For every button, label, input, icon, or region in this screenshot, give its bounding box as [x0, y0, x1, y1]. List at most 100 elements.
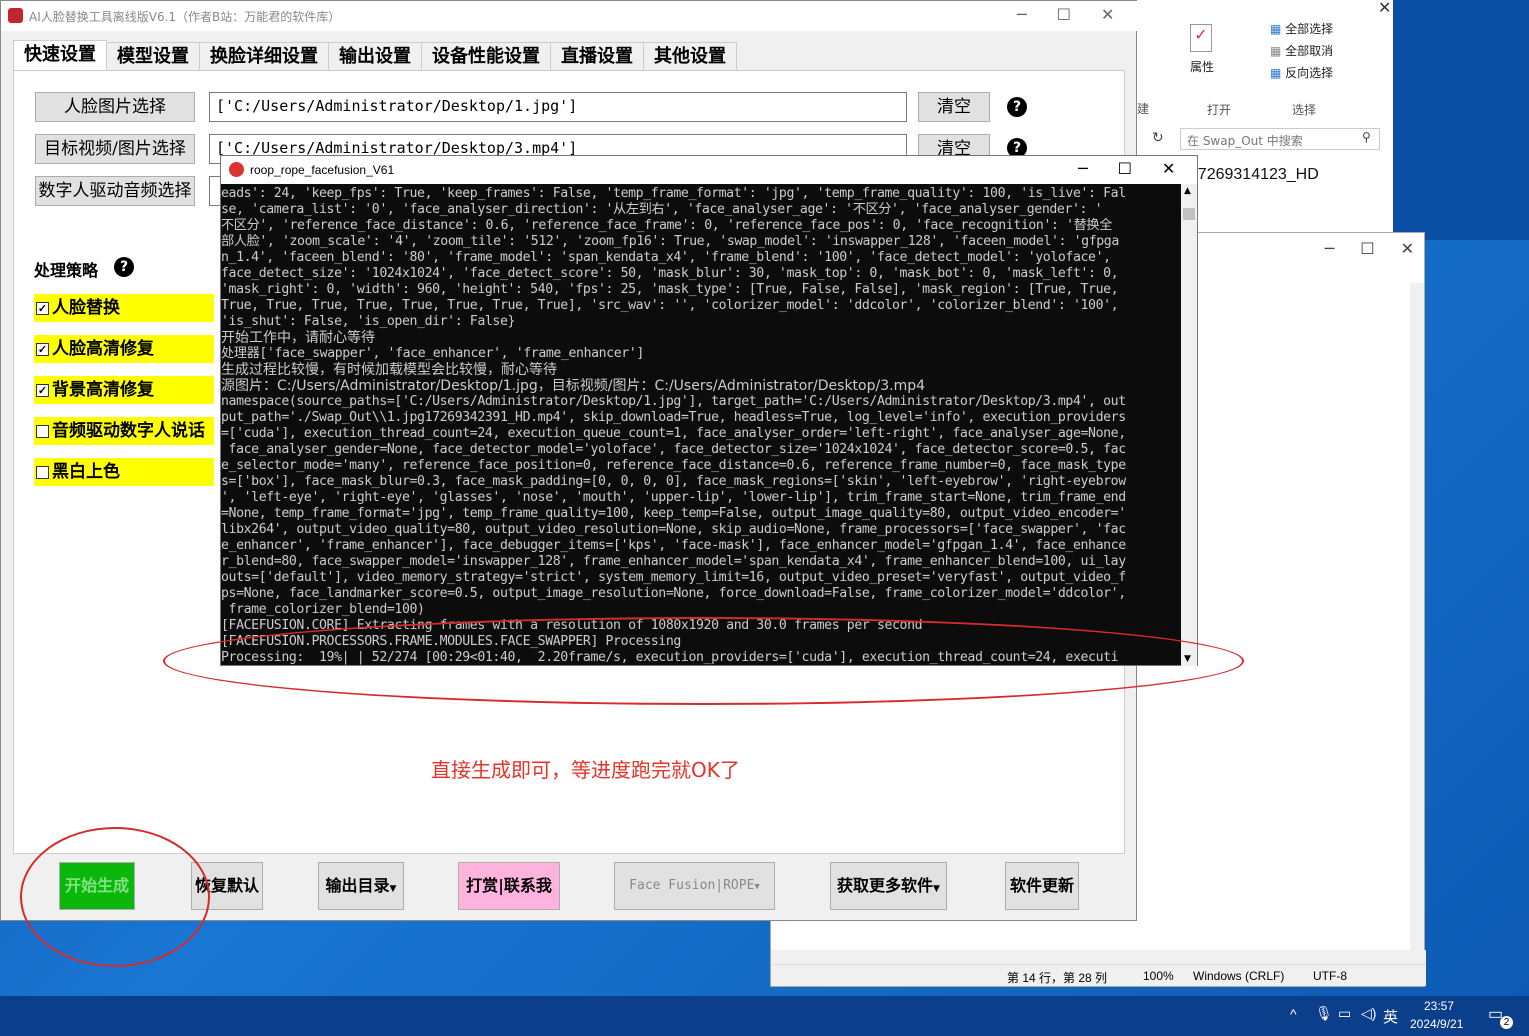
- scroll-down-icon[interactable]: ▼: [1184, 654, 1191, 664]
- select-all-button[interactable]: ▦ 全部选择: [1270, 20, 1333, 37]
- close-icon[interactable]: ✕: [1162, 159, 1175, 178]
- more-software-dropdown[interactable]: 获取更多软件▼: [830, 862, 947, 910]
- maximize-icon[interactable]: ☐: [1118, 159, 1132, 178]
- dropdown-arrow-icon: ▼: [933, 884, 940, 894]
- console-line: eads': 24, 'keep_fps': True, 'keep_frame…: [221, 186, 1126, 201]
- invert-selection-button[interactable]: ▦ 反向选择: [1270, 64, 1333, 81]
- console-line: 处理器['face_swapper', 'face_enhancer', 'fr…: [221, 346, 644, 361]
- network-icon[interactable]: ▭: [1338, 1005, 1351, 1022]
- console-line: outs=['default'], video_memory_strategy=…: [221, 570, 1126, 585]
- console-line: libx264', output_video_quality=80, outpu…: [221, 522, 1126, 537]
- face-image-select-button[interactable]: 人脸图片选择: [35, 92, 195, 122]
- ribbon-group-select: 选择: [1292, 103, 1317, 117]
- checkbox[interactable]: [36, 425, 49, 438]
- help-icon[interactable]: ?: [1007, 97, 1027, 117]
- properties-button[interactable]: 属性: [1190, 58, 1214, 75]
- console-line: n_1.4', 'faceen_blend': '80', 'frame_mod…: [221, 250, 1111, 265]
- strategy-label: 处理策略: [34, 261, 99, 280]
- output-dir-dropdown[interactable]: 输出目录▼: [318, 862, 404, 910]
- tab-quick-settings[interactable]: 快速设置: [13, 40, 107, 70]
- option-colorize[interactable]: 黑白上色: [34, 458, 214, 486]
- explorer-file-item[interactable]: g17269314123_HD: [1180, 166, 1319, 184]
- notepad-window-controls: ─ ☐ ✕: [1325, 239, 1414, 258]
- option-background-enhance[interactable]: ✓ 背景高清修复: [34, 376, 214, 404]
- notification-count-badge: 2: [1500, 1016, 1513, 1029]
- invert-selection-icon: ▦: [1270, 66, 1286, 80]
- console-line: se, 'camera_list': '0', 'face_analyser_d…: [221, 202, 1103, 217]
- target-select-button[interactable]: 目标视频/图片选择: [35, 134, 195, 164]
- volume-icon[interactable]: ◁): [1361, 1005, 1376, 1022]
- clock-date[interactable]: 2024/9/21: [1410, 1017, 1463, 1031]
- notepad-status-bar: 第 14 行，第 28 列 100% Windows (CRLF) UTF-8: [771, 964, 1426, 986]
- console-app-icon: [229, 162, 244, 177]
- minimize-icon[interactable]: ─: [1325, 239, 1335, 258]
- clock-time[interactable]: 23:57: [1424, 999, 1454, 1013]
- close-icon[interactable]: ✕: [1401, 239, 1414, 258]
- option-face-swap[interactable]: ✓ 人脸替换: [34, 294, 214, 322]
- checkbox[interactable]: ✓: [36, 302, 49, 315]
- tab-swap-detail-settings[interactable]: 换脸详细设置: [199, 42, 329, 70]
- console-line: e_enhancer', 'frame_enhancer'], face_deb…: [221, 538, 1126, 553]
- explorer-close-icon[interactable]: ✕: [1378, 0, 1391, 17]
- console-line: 部人脸', 'zoom_scale': '4', 'zoom_tile': '5…: [221, 234, 1119, 249]
- reset-defaults-button[interactable]: 恢复默认: [191, 862, 263, 910]
- app-window-controls: ─ ☐ ✕: [1017, 5, 1114, 24]
- option-audio-driven-avatar[interactable]: 音频驱动数字人说话: [34, 417, 214, 445]
- tab-output-settings[interactable]: 输出设置: [328, 42, 422, 70]
- maximize-icon[interactable]: ☐: [1057, 5, 1071, 24]
- checkbox[interactable]: ✓: [36, 343, 49, 356]
- maximize-icon[interactable]: ☐: [1360, 239, 1374, 258]
- help-icon[interactable]: ?: [114, 257, 134, 277]
- scroll-up-icon[interactable]: ▲: [1184, 186, 1191, 196]
- status-zoom: 100%: [1143, 969, 1174, 983]
- notepad-vertical-scrollbar[interactable]: [1410, 283, 1424, 973]
- app-titlebar: AI人脸替换工具离线版V6.1（作者B站：万能君的软件库） ─ ☐ ✕: [1, 1, 1138, 31]
- tab-device-performance[interactable]: 设备性能设置: [421, 42, 551, 70]
- status-cursor-position: 第 14 行，第 28 列: [1007, 971, 1108, 985]
- minimize-icon[interactable]: ─: [1078, 159, 1088, 178]
- checkbox[interactable]: ✓: [36, 384, 49, 397]
- close-icon[interactable]: ✕: [1101, 5, 1114, 24]
- console-line: e_selector_mode='many', reference_face_p…: [221, 458, 1126, 473]
- console-line: face_analyser_gender=None, face_detector…: [221, 442, 1127, 457]
- start-generate-button[interactable]: 开始生成: [59, 862, 135, 910]
- console-line: 不区分', 'reference_face_distance': 0.6, 'r…: [221, 218, 1112, 233]
- console-window-controls: ─ ☐ ✕: [1078, 159, 1175, 178]
- settings-tabs: 快速设置 模型设置 换脸详细设置 输出设置 设备性能设置 直播设置 其他设置: [13, 40, 737, 70]
- console-line: [FACEFUSION.PROCESSORS.FRAME.MODULES.FAC…: [221, 634, 681, 649]
- software-update-button[interactable]: 软件更新: [1005, 862, 1079, 910]
- show-hidden-icons-icon[interactable]: ^: [1290, 1006, 1297, 1022]
- engine-dropdown: Face Fusion|ROPE▼: [614, 862, 775, 910]
- console-line: ', 'left-eye', 'right-eye', 'glasses', '…: [221, 490, 1126, 505]
- console-titlebar: roop_rope_facefusion_V61 ─ ☐ ✕: [221, 156, 1197, 184]
- properties-icon[interactable]: ✓: [1190, 24, 1212, 52]
- microphone-icon[interactable]: 🎙: [1315, 1005, 1333, 1022]
- console-line: ps=None, face_landmarker_score=0.5, outp…: [221, 586, 1126, 601]
- explorer-new-partial-label: 建: [1137, 102, 1150, 116]
- minimize-icon[interactable]: ─: [1017, 5, 1027, 24]
- donate-contact-button[interactable]: 打赏|联系我: [458, 862, 560, 910]
- status-encoding: UTF-8: [1313, 969, 1347, 983]
- clear-face-button[interactable]: 清空: [918, 92, 990, 122]
- explorer-search-input[interactable]: 在 Swap_Out 中搜索: [1180, 128, 1380, 150]
- audio-select-button[interactable]: 数字人驱动音频选择: [35, 176, 195, 206]
- console-line: 源图片：C:/Users/Administrator/Desktop/1.jpg…: [221, 378, 925, 394]
- console-line: 'is_shut': False, 'is_open_dir': False}: [221, 314, 516, 329]
- tab-model-settings[interactable]: 模型设置: [106, 42, 200, 70]
- console-line: frame_colorizer_blend=100): [221, 602, 425, 617]
- tab-live-settings[interactable]: 直播设置: [550, 42, 644, 70]
- scroll-thumb[interactable]: [1183, 208, 1195, 220]
- ime-indicator[interactable]: 英: [1383, 1006, 1398, 1027]
- console-line: =None, temp_frame_format='jpg', temp_fra…: [221, 506, 1126, 521]
- console-scrollbar[interactable]: ▲ ▼: [1181, 184, 1197, 666]
- console-line: Processing: 19%| | 52/274 [00:29<01:40, …: [221, 650, 1119, 665]
- console-line: =['cuda'], execution_thread_count=24, ex…: [221, 426, 1126, 441]
- select-none-button[interactable]: ▦ 全部取消: [1270, 42, 1333, 59]
- console-line: True, True, True, True, True, True, True…: [221, 298, 1119, 313]
- refresh-icon[interactable]: ↻: [1152, 130, 1164, 146]
- checkbox[interactable]: [36, 466, 49, 479]
- tab-other-settings[interactable]: 其他设置: [643, 42, 737, 70]
- face-path-field[interactable]: ['C:/Users/Administrator/Desktop/1.jpg']: [209, 92, 907, 122]
- notepad-horizontal-scrollbar[interactable]: [771, 950, 1426, 964]
- option-face-enhance[interactable]: ✓ 人脸高清修复: [34, 335, 214, 363]
